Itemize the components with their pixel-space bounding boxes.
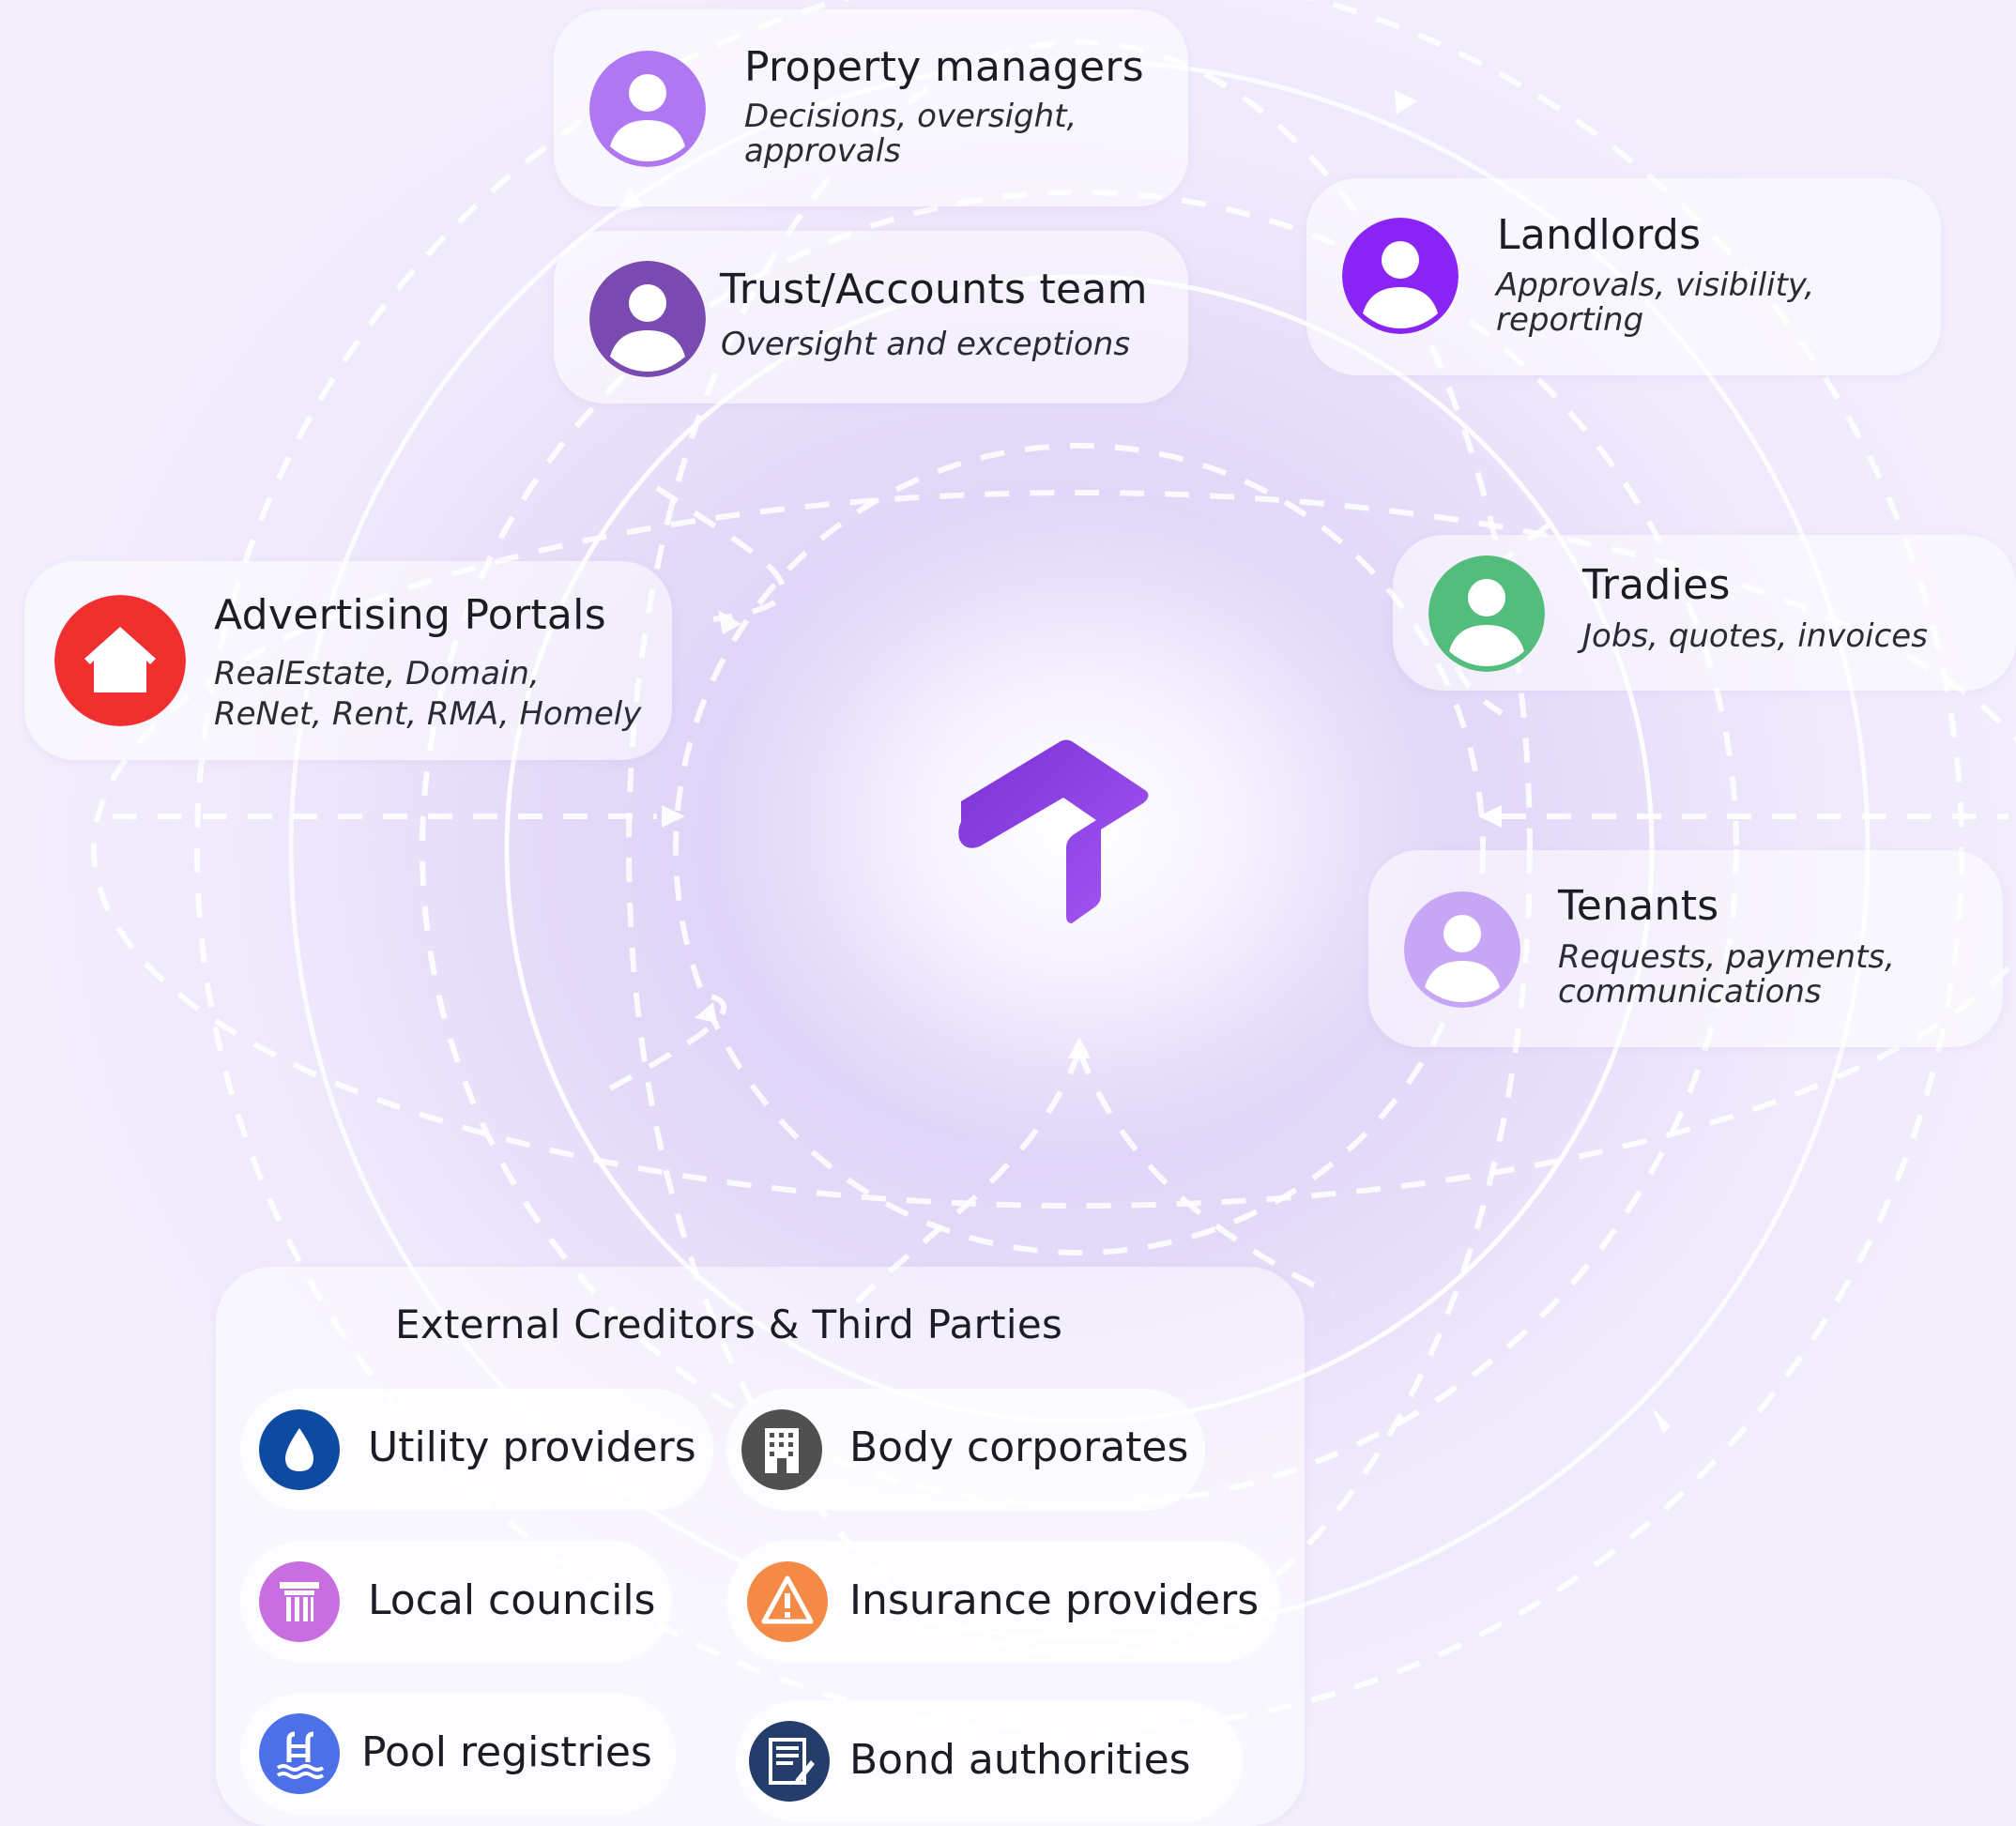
water-drop-icon bbox=[259, 1409, 340, 1490]
trust-accounts-title: Trust/Accounts team bbox=[720, 266, 1148, 313]
council-pillar-icon bbox=[259, 1561, 340, 1642]
trust-accounts-avatar-icon bbox=[589, 261, 706, 377]
property-managers-avatar-icon bbox=[589, 51, 706, 167]
tenants-subtitle: Requests, payments, communications bbox=[1558, 938, 1895, 1011]
landlords-subtitle: Approvals, visibility, reporting bbox=[1496, 266, 1815, 339]
tenants-avatar-icon bbox=[1404, 891, 1520, 1008]
building-icon bbox=[741, 1409, 822, 1490]
utility-providers-label: Utility providers bbox=[368, 1423, 696, 1471]
pool-ladder-icon bbox=[259, 1713, 340, 1794]
tradies-avatar-icon bbox=[1428, 555, 1545, 672]
body-corporates-label: Body corporates bbox=[849, 1423, 1189, 1471]
tradies-title: Tradies bbox=[1582, 561, 1731, 609]
document-icon bbox=[749, 1721, 830, 1802]
insurance-providers-label: Insurance providers bbox=[849, 1576, 1260, 1624]
property-managers-subtitle: Decisions, oversight, approvals bbox=[744, 98, 1077, 170]
landlords-title: Landlords bbox=[1497, 211, 1702, 259]
advertising-portals-title: Advertising Portals bbox=[214, 591, 606, 639]
tenants-title: Tenants bbox=[1558, 882, 1719, 930]
center-logo bbox=[955, 736, 1157, 923]
trust-accounts-subtitle: Oversight and exceptions bbox=[721, 326, 1131, 363]
bond-authorities-label: Bond authorities bbox=[849, 1736, 1191, 1784]
house-logo-icon bbox=[958, 739, 1149, 923]
external-creditors-title: External Creditors & Third Parties bbox=[395, 1301, 1063, 1347]
property-managers-title: Property managers bbox=[744, 43, 1144, 91]
local-councils-label: Local councils bbox=[368, 1576, 656, 1624]
advertising-house-icon bbox=[54, 595, 186, 726]
tradies-subtitle: Jobs, quotes, invoices bbox=[1582, 617, 1928, 655]
advertising-portals-subtitle: RealEstate, Domain, ReNet, Rent, RMA, Ho… bbox=[214, 655, 642, 733]
landlords-avatar-icon bbox=[1342, 218, 1459, 334]
pool-registries-label: Pool registries bbox=[361, 1728, 652, 1776]
warning-icon bbox=[747, 1561, 828, 1642]
